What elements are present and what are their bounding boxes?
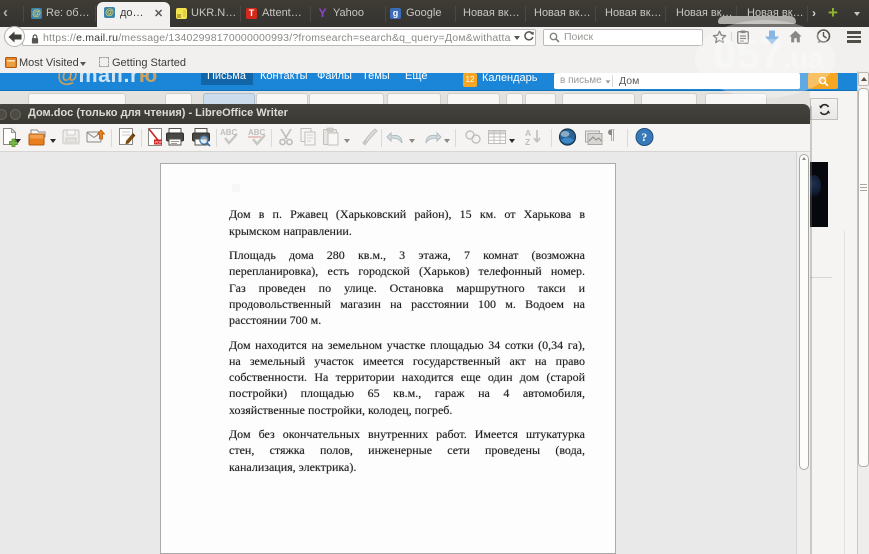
svg-text:Z: Z [525,137,530,147]
svg-text:?: ? [641,130,647,144]
svg-text:PDF: PDF [155,140,163,145]
